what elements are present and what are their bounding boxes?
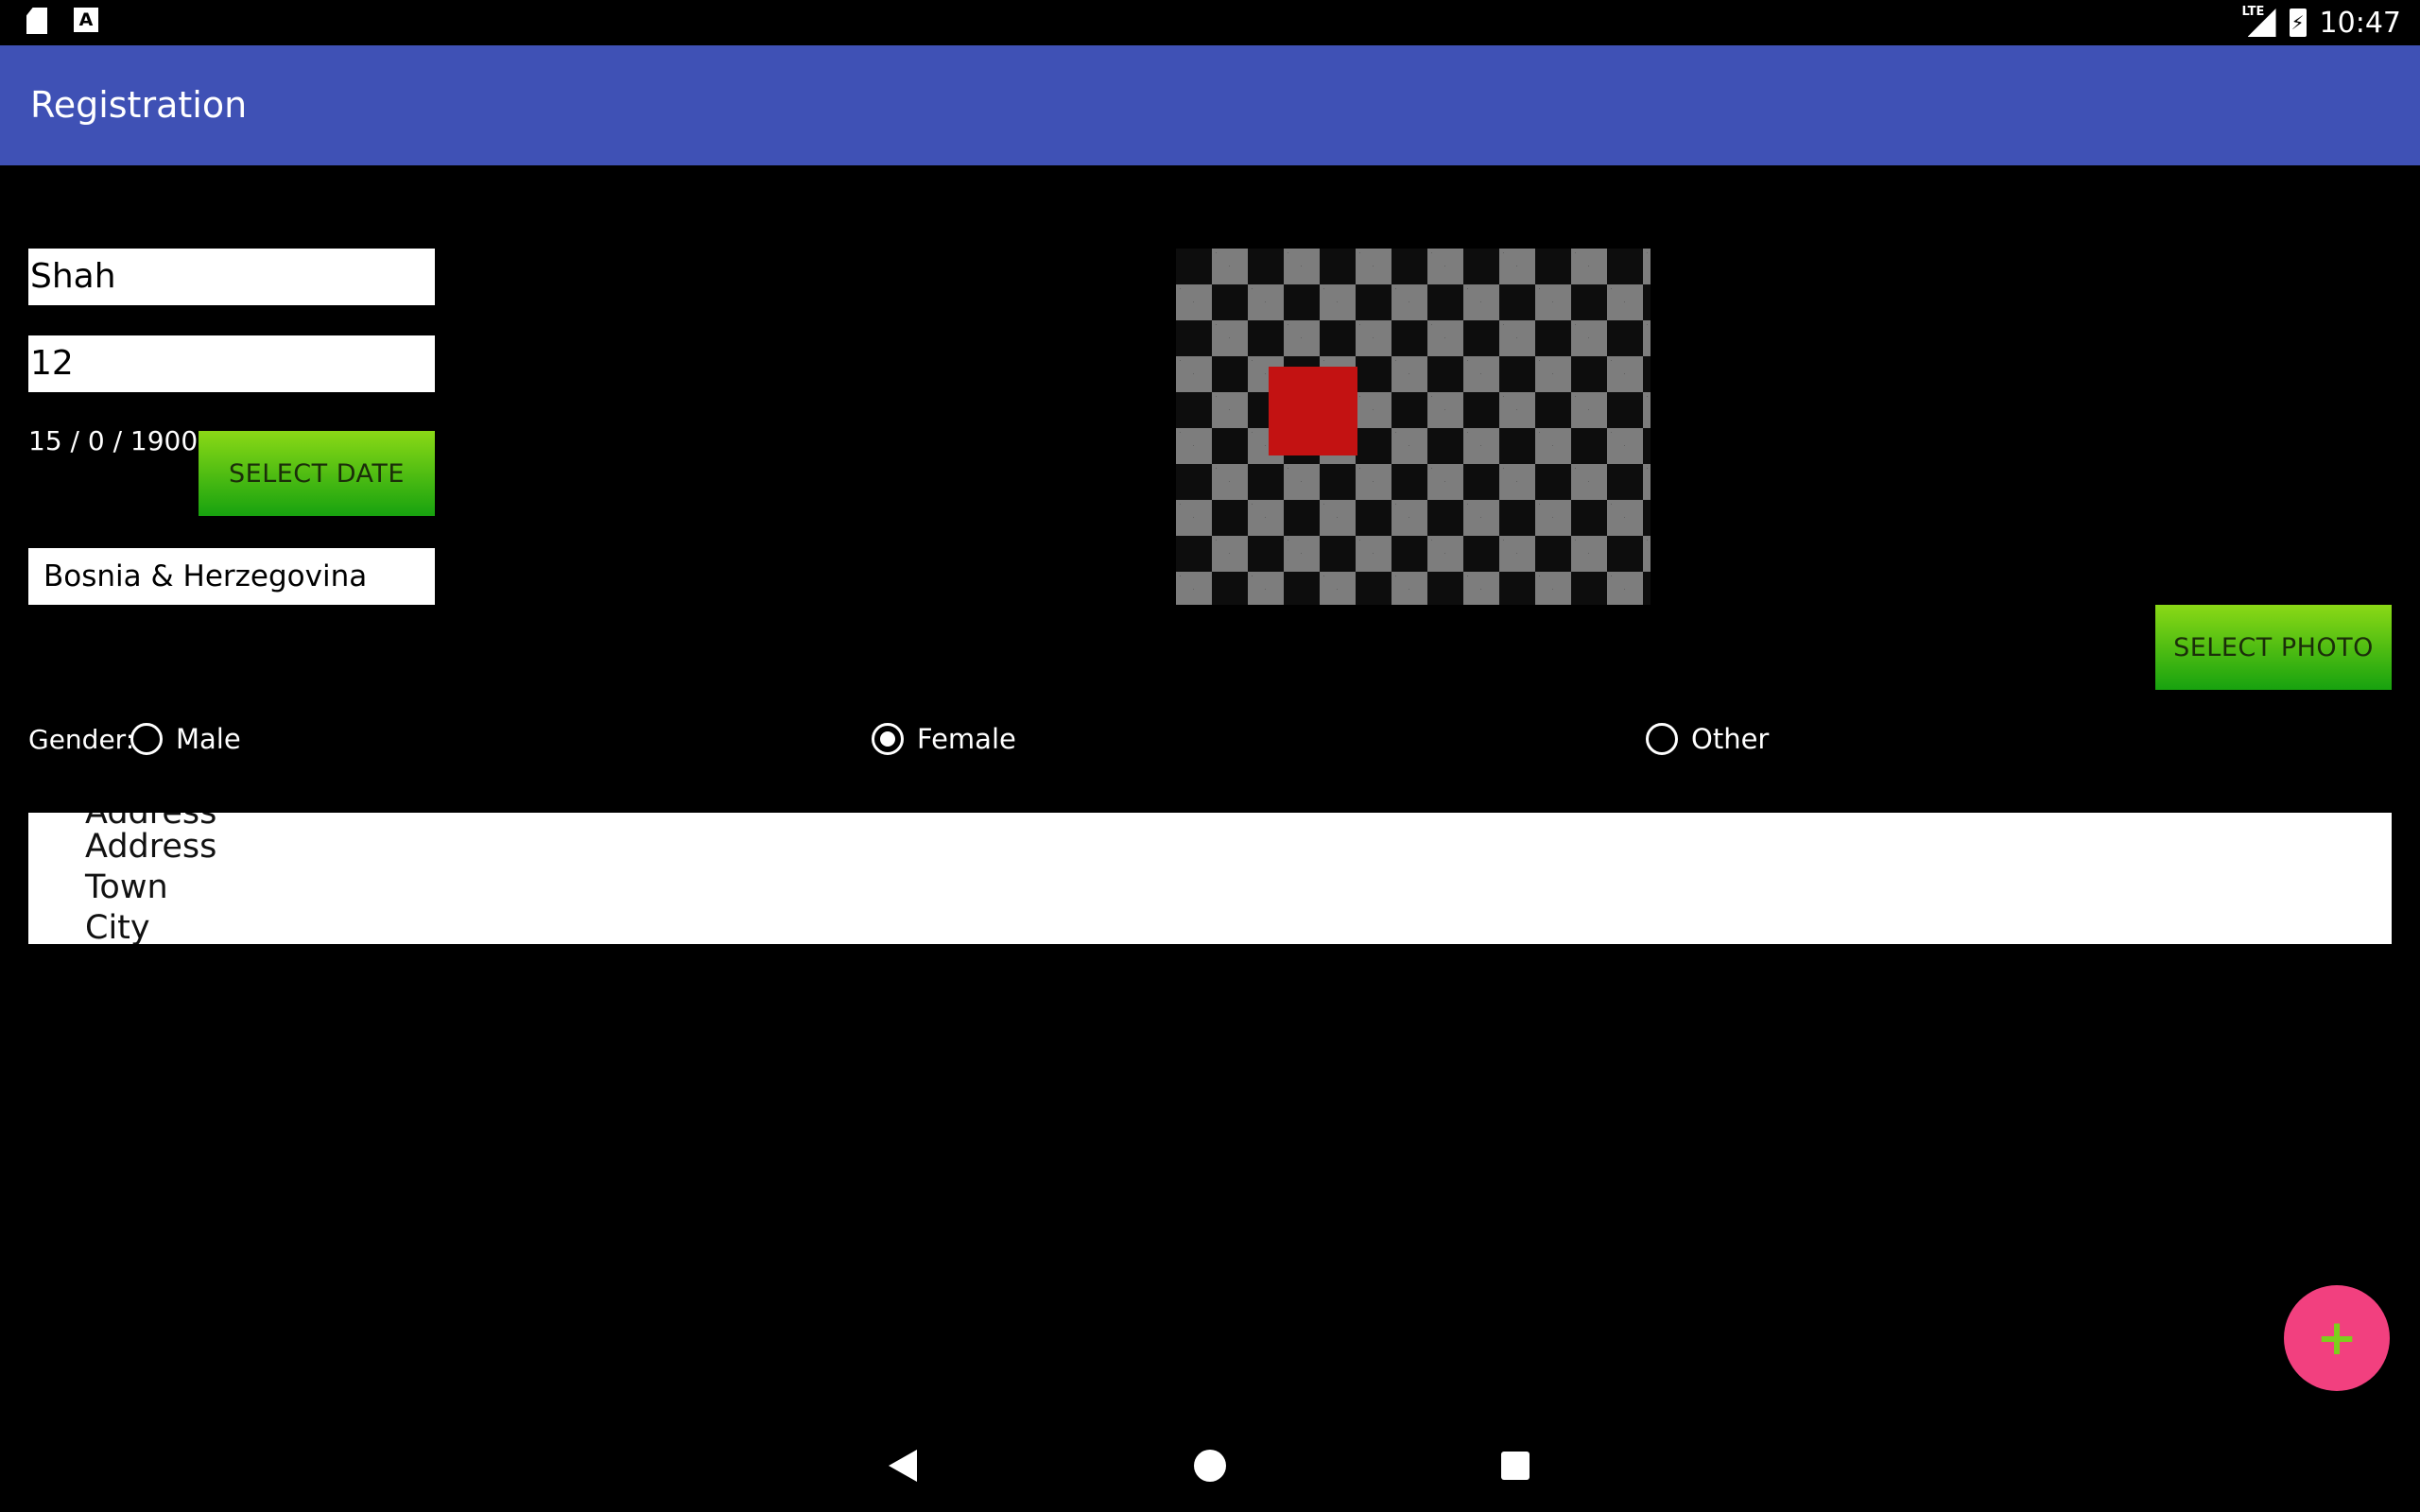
select-photo-button[interactable]: SELECT PHOTO bbox=[2155, 605, 2392, 690]
profile-photo bbox=[1176, 249, 1651, 605]
radio-male[interactable]: Male bbox=[130, 723, 241, 755]
country-field[interactable]: Bosnia & Herzegovina bbox=[28, 548, 435, 605]
radio-checked-icon[interactable] bbox=[872, 723, 904, 755]
recent-apps-icon[interactable] bbox=[1501, 1452, 1530, 1480]
status-icons: LTE ⚡ 10:47 bbox=[2242, 0, 2401, 45]
lte-signal-icon: LTE bbox=[2241, 5, 2276, 39]
network-type: LTE bbox=[2241, 5, 2265, 19]
radio-female[interactable]: Female bbox=[872, 723, 1016, 755]
status-bar: A LTE ⚡ 10:47 bbox=[0, 0, 2420, 45]
add-fab-button[interactable]: + bbox=[2284, 1285, 2390, 1391]
radio-circle-icon[interactable] bbox=[130, 723, 163, 755]
radio-other-label: Other bbox=[1691, 723, 1770, 755]
address-line: Address bbox=[85, 828, 217, 866]
radio-other[interactable]: Other bbox=[1646, 723, 1769, 755]
radio-circle-icon[interactable] bbox=[1646, 723, 1678, 755]
address-line: Town bbox=[85, 868, 168, 906]
select-date-button[interactable]: SELECT DATE bbox=[199, 431, 435, 516]
page-title: Registration bbox=[30, 84, 248, 126]
radio-male-label: Male bbox=[176, 723, 241, 755]
address-line: City bbox=[85, 909, 150, 944]
app-bar: Registration bbox=[0, 45, 2420, 165]
date-display: 15 / 0 / 1900 bbox=[28, 425, 199, 456]
back-icon[interactable] bbox=[889, 1450, 917, 1482]
name-field[interactable]: Shah bbox=[28, 249, 435, 305]
a-notification-icon: A bbox=[74, 8, 98, 32]
radio-female-label: Female bbox=[917, 723, 1016, 755]
gender-label: Gender: bbox=[28, 724, 135, 755]
address-field[interactable]: Address Address Town City bbox=[28, 813, 2392, 944]
clock: 10:47 bbox=[2319, 6, 2401, 40]
age-field[interactable]: 12 bbox=[28, 335, 435, 392]
navigation-bar bbox=[0, 1422, 2420, 1512]
battery-charging-icon: ⚡ bbox=[2289, 9, 2307, 37]
home-icon[interactable] bbox=[1194, 1450, 1226, 1482]
sd-card-icon bbox=[26, 8, 47, 34]
photo-red-square bbox=[1269, 367, 1357, 455]
plus-icon: + bbox=[2316, 1310, 2358, 1366]
